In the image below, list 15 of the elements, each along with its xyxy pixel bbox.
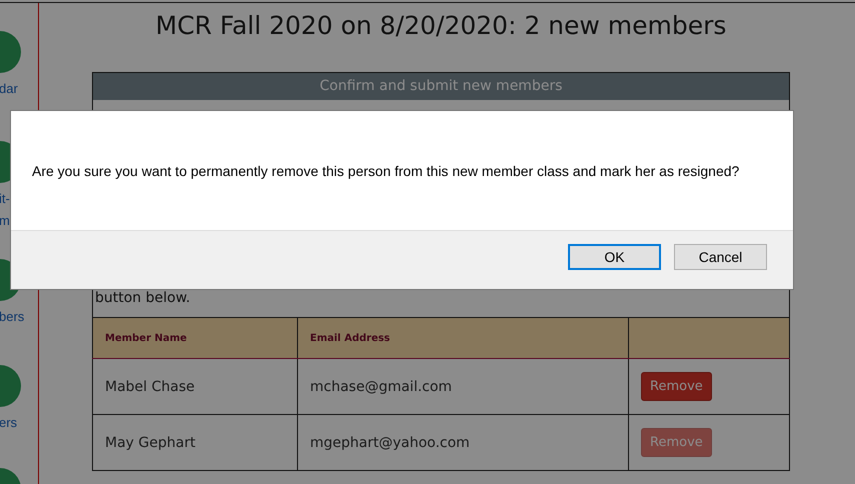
sidebar-link[interactable]: it- m — [0, 188, 10, 232]
column-header: Member Name — [105, 332, 187, 344]
table-cell: mchase@gmail.com — [298, 358, 628, 414]
column-header: Email Address — [310, 332, 390, 344]
cancel-button[interactable]: Cancel — [674, 244, 767, 270]
sidebar-link[interactable]: bers — [0, 306, 24, 328]
table-cell: May Gephart — [92, 414, 298, 470]
instruction-text: button below. — [95, 290, 190, 306]
dialog-message: Are you sure you want to permanently remove this person from this new member class and mark her as resigned? — [32, 162, 740, 178]
ok-button[interactable]: OK — [568, 244, 661, 270]
table-cell: mgephart@yahoo.com — [298, 414, 628, 470]
table-cell: Mabel Chase — [92, 358, 298, 414]
page-title: MCR Fall 2020 on 8/20/2020: 2 new members — [154, 11, 728, 40]
panel-header: Confirm and submit new members — [93, 73, 789, 100]
remove-button[interactable]: Remove — [641, 372, 712, 401]
